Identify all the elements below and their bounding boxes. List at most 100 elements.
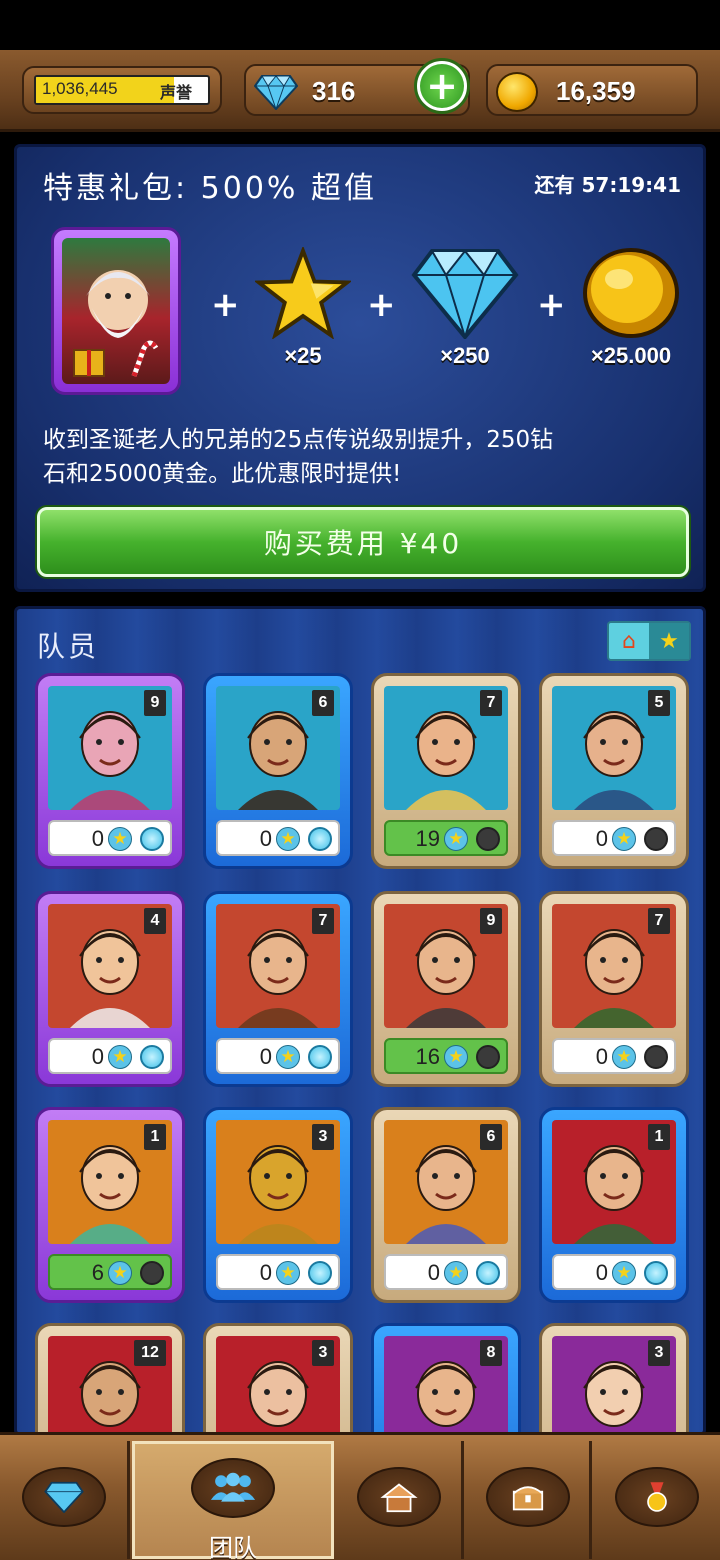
nav-team[interactable]: 团队 [132, 1441, 334, 1560]
hero-card[interactable]: 3 [203, 1323, 353, 1433]
hero-portrait: 12 [48, 1336, 172, 1433]
hero-card[interactable]: 5 0 ★ [539, 673, 689, 869]
star-icon: ★ [276, 1045, 300, 1069]
status-dot-icon [308, 827, 332, 851]
nav-inventory[interactable] [466, 1441, 592, 1559]
gem-count: 316 [312, 76, 356, 106]
nav-home[interactable] [336, 1441, 464, 1559]
hero-level: 6 [480, 1124, 502, 1150]
gold-counter[interactable]: 16,359 [486, 64, 698, 116]
hero-portrait: 6 [216, 686, 340, 810]
star-icon: ★ [444, 827, 468, 851]
hero-star-points: 6 ★ [48, 1254, 172, 1290]
hero-level: 1 [648, 1124, 670, 1150]
nav-label: 团队 [209, 1534, 257, 1560]
offer-rewards: + ×25 + ×250 + ×25.000 [51, 227, 681, 397]
hero-star-points: 0 ★ [552, 1254, 676, 1290]
medal-icon [615, 1467, 699, 1527]
sort-toggle[interactable]: ⌂ ★ [607, 621, 691, 661]
house-icon[interactable]: ⌂ [609, 623, 649, 659]
offer-title: 特惠礼包: 500% 超值 [43, 171, 377, 206]
hero-star-points: 0 ★ [552, 820, 676, 856]
hero-portrait: 6 [384, 1120, 508, 1244]
star-icon[interactable]: ★ [649, 623, 689, 659]
nav-shop[interactable] [0, 1441, 130, 1559]
santa-brother-hero-card [51, 227, 181, 395]
reward-stars: ×25 [251, 245, 355, 369]
plus-separator: + [367, 285, 396, 325]
diamond-icon [411, 249, 519, 341]
resource-bar: 1,036,445 声誉 316 + 16,359 [0, 50, 720, 132]
status-bar [0, 0, 720, 50]
hero-card[interactable]: 3 0 ★ [203, 1107, 353, 1303]
add-gems-button[interactable]: + [414, 58, 470, 114]
hero-card[interactable]: 1 0 ★ [539, 1107, 689, 1303]
hero-card[interactable]: 4 0 ★ [35, 891, 185, 1087]
status-dot-icon [476, 1045, 500, 1069]
hero-portrait: 8 [384, 1336, 508, 1433]
hero-level: 7 [480, 690, 502, 716]
team-icon [191, 1458, 275, 1518]
hero-card[interactable]: 7 0 ★ [203, 891, 353, 1087]
hero-card[interactable]: 6 0 ★ [203, 673, 353, 869]
santa-portrait [62, 238, 170, 384]
hero-card[interactable]: 1 6 ★ [35, 1107, 185, 1303]
diamond-icon [254, 75, 298, 110]
hero-level: 4 [144, 908, 166, 934]
status-dot-icon [644, 1045, 668, 1069]
nav-achievements[interactable] [594, 1441, 720, 1559]
status-dot-icon [644, 827, 668, 851]
hero-card[interactable]: 8 [371, 1323, 521, 1433]
hero-card[interactable]: 9 16 ★ [371, 891, 521, 1087]
hero-star-points: 0 ★ [216, 820, 340, 856]
hero-card[interactable]: 7 0 ★ [539, 891, 689, 1087]
plus-separator: + [537, 285, 566, 325]
reputation-meter[interactable]: 1,036,445 声誉 [22, 66, 222, 114]
star-points-value: 0 [595, 1044, 608, 1069]
hero-card[interactable]: 6 0 ★ [371, 1107, 521, 1303]
gold-count: 16,359 [556, 76, 636, 106]
reward-diamonds: ×250 [407, 247, 523, 369]
house-icon [356, 1467, 441, 1527]
star-icon: ★ [108, 1261, 132, 1285]
status-dot-icon [140, 1261, 164, 1285]
hero-level: 1 [144, 1124, 166, 1150]
offer-description-line: 收到圣诞老人的兄弟的25点传说级别提升，250钻 [43, 427, 554, 453]
chest-icon [485, 1467, 570, 1527]
buy-offer-button[interactable]: 购买费用 ¥40 [37, 507, 689, 577]
star-points-value: 0 [259, 1044, 272, 1069]
hero-level: 8 [480, 1340, 502, 1366]
hero-star-points: 0 ★ [552, 1038, 676, 1074]
hero-level: 5 [648, 690, 670, 716]
gold-coin-icon [583, 248, 679, 338]
status-dot-icon [308, 1261, 332, 1285]
hero-card[interactable]: 9 0 ★ [35, 673, 185, 869]
reward-gold-qty: ×25.000 [590, 343, 672, 368]
special-offer-panel: 特惠礼包: 500% 超值 还有 57:19:41 + ×25 + ×250 +… [14, 144, 706, 592]
star-icon: ★ [108, 1045, 132, 1069]
hero-level: 7 [312, 908, 334, 934]
status-dot-icon [644, 1261, 668, 1285]
reputation-bar: 1,036,445 声誉 [34, 75, 210, 105]
hero-portrait: 3 [552, 1336, 676, 1433]
hero-card[interactable]: 12 [35, 1323, 185, 1433]
team-title: 队员 [37, 630, 100, 663]
star-points-value: 0 [259, 1260, 272, 1285]
hero-portrait: 9 [384, 904, 508, 1028]
star-icon [253, 245, 353, 340]
hero-level: 3 [312, 1340, 334, 1366]
hero-level: 3 [648, 1340, 670, 1366]
hero-portrait: 3 [216, 1336, 340, 1433]
star-points-value: 0 [595, 1260, 608, 1285]
star-points-value: 0 [91, 826, 104, 851]
hero-level: 3 [312, 1124, 334, 1150]
reward-stars-qty: ×25 [284, 343, 322, 368]
hero-card[interactable]: 7 19 ★ [371, 673, 521, 869]
hero-star-points: 0 ★ [48, 820, 172, 856]
status-dot-icon [476, 827, 500, 851]
star-points-value: 6 [91, 1260, 104, 1285]
offer-description: 收到圣诞老人的兄弟的25点传说级别提升，250钻 石和25000黄金。此优惠限时… [43, 423, 683, 491]
hero-card[interactable]: 3 [539, 1323, 689, 1433]
team-panel: 队员 ⌂ ★ 9 0 ★ 6 0 ★ 7 19 ★ 5 0 ★ 4 0 ★ 7 0 ★ 9 16 ★ 7 0 ★ 1 6 ★ 3 0 ★ 6… [14, 606, 706, 1436]
star-icon: ★ [108, 827, 132, 851]
